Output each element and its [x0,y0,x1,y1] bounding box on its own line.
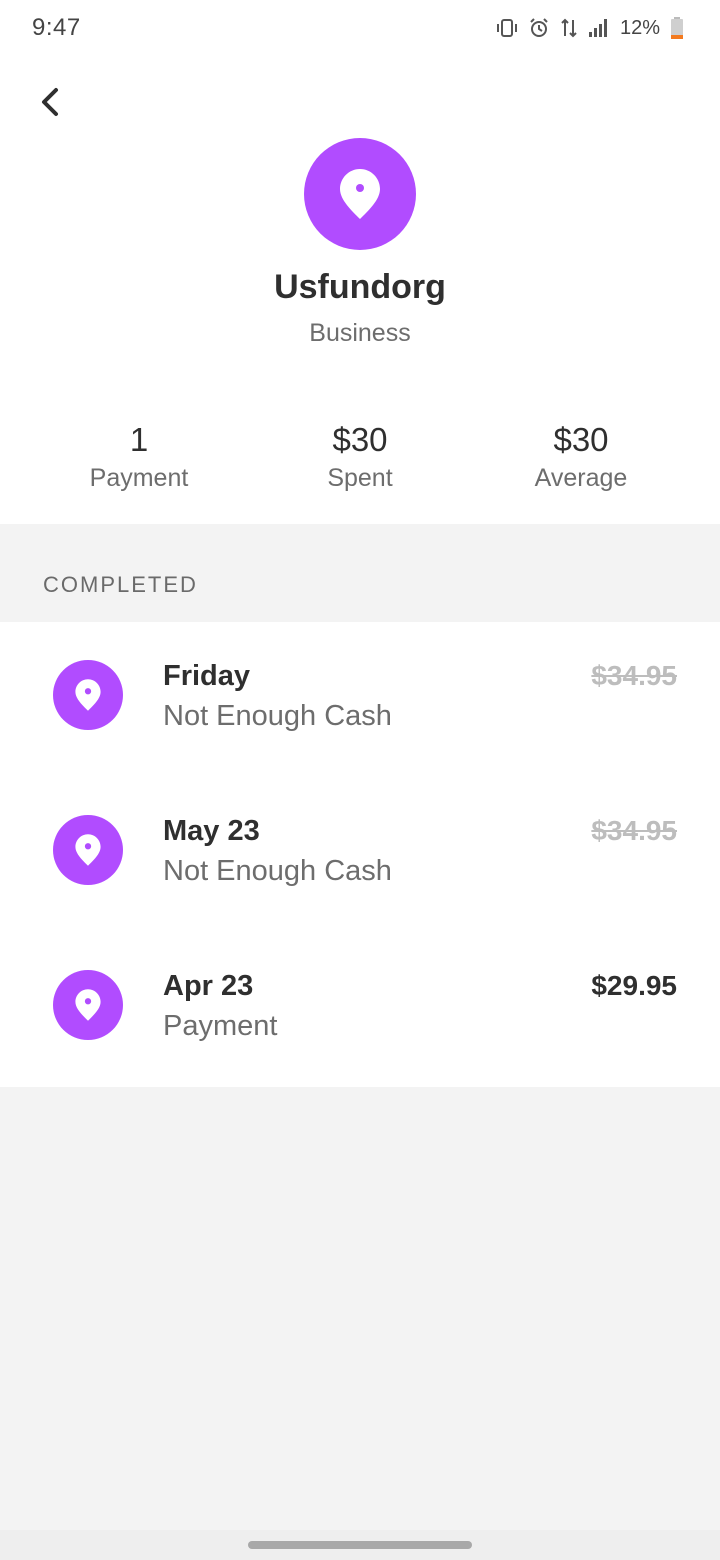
transaction-title: Friday [163,660,251,692]
transaction-row[interactable]: May 23 Not Enough Cash $34.95 [0,777,720,932]
transaction-avatar [53,815,123,885]
transaction-subtitle: Payment [163,1010,278,1042]
stat-value: $30 [332,421,388,458]
chevron-left-icon [42,88,58,116]
vibrate-icon [496,17,518,39]
battery-percent: 12% [619,16,660,39]
back-button[interactable] [28,80,72,124]
location-pin-icon [75,834,101,866]
transaction-row[interactable]: Apr 23 Payment $29.95 [0,932,720,1087]
status-bar: 9:47 12% [0,0,720,56]
transaction-amount: $34.95 [591,815,677,846]
stat-label: Average [534,464,628,492]
merchant-avatar [304,138,416,250]
stat-value: $30 [553,421,609,458]
transaction-subtitle: Not Enough Cash [163,855,392,887]
merchant-type: Business [309,319,411,347]
stat-label: Spent [327,464,393,492]
stat-value: 1 [129,421,149,458]
alarm-icon [528,17,550,39]
home-indicator[interactable] [248,1541,472,1549]
transaction-amount: $34.95 [591,660,677,691]
transaction-list: Friday Not Enough Cash $34.95 May 23 Not… [0,622,720,1087]
stat-average: $30 Average [442,420,720,496]
transaction-subtitle: Not Enough Cash [163,700,392,732]
status-icons: 12% [496,14,684,42]
transaction-avatar [53,660,123,730]
transaction-title: Apr 23 [163,970,254,1002]
transaction-amount: $29.95 [591,970,677,1001]
stat-spent: $30 Spent [278,420,442,496]
stat-payments: 1 Payment [0,420,278,496]
transaction-title: May 23 [163,815,260,847]
signal-icon [588,17,610,39]
location-pin-icon [75,679,101,711]
transaction-row[interactable]: Friday Not Enough Cash $34.95 [0,622,720,777]
location-pin-icon [75,989,101,1021]
merchant-name: Usfundorg [274,268,446,306]
status-time: 9:47 [32,14,81,41]
battery-icon [670,16,684,40]
stats-row: 1 Payment $30 Spent $30 Average [0,420,720,496]
section-title: COMPLETED [43,572,198,597]
transaction-avatar [53,970,123,1040]
merchant-header: Usfundorg Business 1 Payment $30 Spent $… [0,56,720,524]
data-icon [560,17,578,39]
location-pin-icon [340,169,380,219]
stat-label: Payment [89,464,189,492]
section-header: COMPLETED [0,524,720,622]
